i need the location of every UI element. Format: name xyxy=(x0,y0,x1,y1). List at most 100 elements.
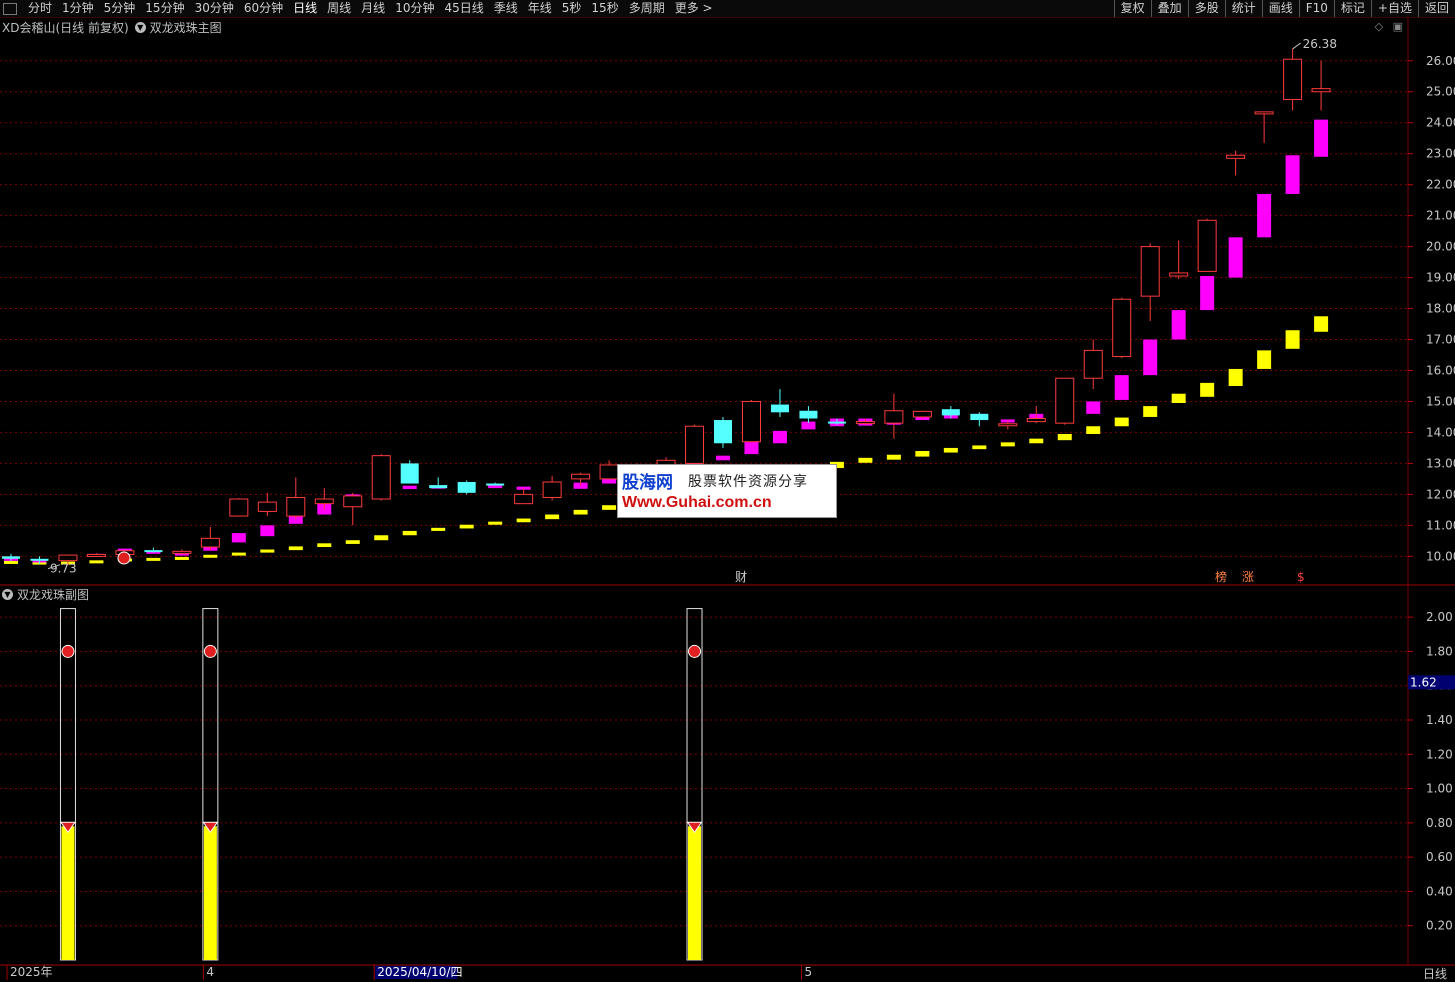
candle-body-33 xyxy=(941,409,960,416)
signal-ball-icon-0 xyxy=(61,644,75,658)
yellow-band-34 xyxy=(972,445,987,450)
yellow-band-37 xyxy=(1057,433,1072,441)
candle-body-6 xyxy=(172,550,192,554)
yellow-band-33 xyxy=(943,447,958,453)
main-y-tick-label: 20.00 xyxy=(1426,240,1455,254)
yellow-band-0 xyxy=(4,560,18,564)
main-y-tick-label: 13.00 xyxy=(1426,456,1455,470)
event-tag-0: 财 xyxy=(735,570,747,584)
event-tag-2: 涨 xyxy=(1242,569,1254,584)
candle-body-20 xyxy=(571,473,591,480)
candle-body-14 xyxy=(400,463,419,484)
magenta-band-9 xyxy=(260,525,275,537)
main-y-tick-label: 26.00 xyxy=(1426,54,1455,68)
candle-body-26 xyxy=(741,400,761,443)
magenta-band-44 xyxy=(1257,193,1272,238)
yellow-band-21 xyxy=(602,505,617,510)
candle-body-16 xyxy=(457,481,476,493)
candle-body-34 xyxy=(970,413,989,421)
yellow-band-14 xyxy=(402,530,417,536)
candle-body-42 xyxy=(1197,219,1217,272)
yellow-band-18 xyxy=(516,518,531,523)
yellow-band-9 xyxy=(260,549,275,553)
signal-ball-icon xyxy=(117,551,131,565)
low-marker-label: 9.73 xyxy=(50,562,77,576)
candle-body-18 xyxy=(514,493,534,505)
yellow-band-7 xyxy=(203,554,218,558)
main-y-tick-label: 12.00 xyxy=(1426,487,1455,501)
candle-body-10 xyxy=(286,496,306,517)
candle-body-13 xyxy=(371,455,391,500)
candle-body-5 xyxy=(144,550,163,553)
magenta-band-38 xyxy=(1086,401,1101,414)
period-label: 日线 xyxy=(1422,967,1447,981)
sub-y-tick-label: 1.20 xyxy=(1426,747,1453,761)
watermark-banner: 股海网 股票软件资源分享 Www.Guhai.com.cn xyxy=(617,464,837,518)
candle-body-21 xyxy=(599,464,619,480)
main-y-tick-label: 24.00 xyxy=(1426,116,1455,130)
sub-y-tick-label: 0.80 xyxy=(1426,816,1453,830)
candle-body-45 xyxy=(1283,58,1303,100)
yellow-band-39 xyxy=(1114,417,1129,427)
candle-body-29 xyxy=(827,421,846,424)
signal-ball-icon-1 xyxy=(203,644,217,658)
candle-body-12 xyxy=(343,495,363,508)
main-y-tick-label: 11.00 xyxy=(1426,518,1455,532)
yellow-band-31 xyxy=(886,454,901,460)
candle-body-3 xyxy=(86,553,106,557)
x-axis-label-3: 5 xyxy=(804,965,812,979)
sub-y-tick-label: 0.40 xyxy=(1426,884,1453,898)
yellow-band-43 xyxy=(1228,368,1243,386)
yellow-band-42 xyxy=(1200,382,1215,397)
candle-body-24 xyxy=(685,425,705,464)
candle-body-44 xyxy=(1254,111,1274,115)
yellow-band-35 xyxy=(1000,442,1015,447)
yellow-band-12 xyxy=(345,540,360,544)
yellow-band-13 xyxy=(374,535,389,541)
sub-y-tick-label: 2.00 xyxy=(1426,610,1453,624)
main-y-tick-label: 21.00 xyxy=(1426,209,1455,223)
candle-body-19 xyxy=(542,481,562,498)
magenta-band-26 xyxy=(744,440,759,455)
sub-y-tick-label: 1.00 xyxy=(1426,782,1453,796)
yellow-band-41 xyxy=(1171,393,1186,404)
yellow-band-36 xyxy=(1029,438,1044,444)
candle-body-30 xyxy=(855,421,875,425)
watermark-url: Www.Guhai.com.cn xyxy=(622,494,772,511)
x-axis-label-1: 4 xyxy=(206,965,214,979)
main-y-tick-label: 10.00 xyxy=(1426,549,1455,563)
candle-body-39 xyxy=(1112,298,1132,358)
main-y-tick-label: 19.00 xyxy=(1426,271,1455,285)
candle-body-11 xyxy=(314,498,334,505)
event-tag-1: 榜 xyxy=(1215,569,1227,584)
signal-ball-icon-2 xyxy=(688,644,702,658)
yellow-band-16 xyxy=(459,524,474,529)
yellow-band-15 xyxy=(431,527,446,531)
main-y-tick-label: 14.00 xyxy=(1426,425,1455,439)
watermark-logo: 股海网 xyxy=(622,473,673,493)
watermark-tagline: 股票软件资源分享 xyxy=(688,474,808,490)
main-y-tick-label: 16.00 xyxy=(1426,363,1455,377)
magenta-band-41 xyxy=(1171,310,1186,340)
yellow-band-11 xyxy=(317,543,332,548)
main-y-tick-label: 18.00 xyxy=(1426,302,1455,316)
candle-body-8 xyxy=(229,498,249,517)
yellow-band-45 xyxy=(1285,330,1300,349)
high-marker-line xyxy=(1292,42,1301,50)
candle-body-46 xyxy=(1311,88,1331,93)
candle-body-35 xyxy=(998,423,1018,427)
sub-y-tick-label: 0.20 xyxy=(1426,919,1453,933)
yellow-band-40 xyxy=(1143,406,1158,417)
main-y-tick-label: 15.00 xyxy=(1426,394,1455,408)
candle-body-38 xyxy=(1083,349,1103,379)
yellow-band-30 xyxy=(858,457,873,463)
yellow-band-3 xyxy=(89,560,104,564)
candle-body-2 xyxy=(58,554,78,562)
magenta-band-42 xyxy=(1200,276,1215,311)
signal-fill-0 xyxy=(61,826,75,960)
signal-fill-2 xyxy=(688,826,702,960)
candle-body-41 xyxy=(1169,272,1189,277)
sub-y-tick-label: 1.80 xyxy=(1426,644,1453,658)
candle-body-43 xyxy=(1226,154,1246,159)
event-tag-3: $ xyxy=(1297,570,1305,584)
